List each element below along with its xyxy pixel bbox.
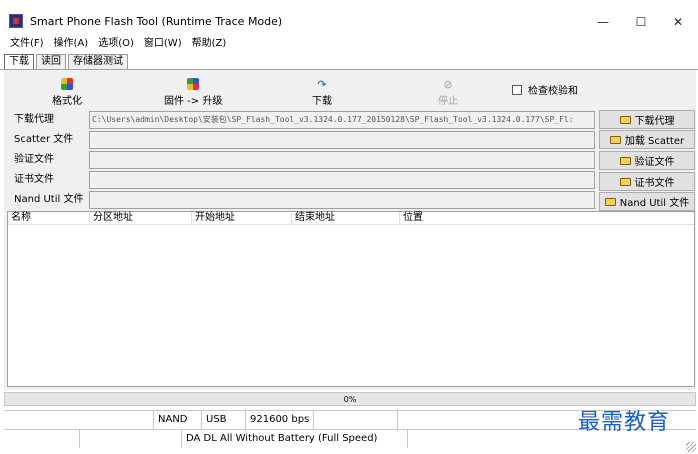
nand-util-file-label: Nand Util 文件 — [14, 194, 84, 205]
status-cell-empty — [314, 411, 398, 429]
download-agent-label: 下载代理 — [14, 114, 54, 125]
download-agent-button[interactable]: 下载代理 — [599, 110, 695, 129]
app-icon — [9, 14, 23, 28]
download-icon: ↷ — [317, 77, 327, 91]
close-button[interactable]: ✕ — [655, 10, 698, 34]
status-cell-empty — [80, 430, 182, 448]
column-header-region-address[interactable]: 分区地址 — [90, 212, 192, 224]
cert-file-label: 证书文件 — [14, 174, 54, 185]
menu-file[interactable]: 文件(F) — [0, 36, 49, 52]
format-label: 格式化 — [52, 96, 82, 107]
format-button[interactable]: 格式化 — [52, 78, 82, 107]
tab-memory-test[interactable]: 存储器测试 — [68, 54, 128, 70]
auth-file-button[interactable]: 验证文件 — [599, 151, 695, 170]
folder-icon — [619, 156, 631, 165]
menu-help[interactable]: 帮助(Z) — [187, 36, 232, 52]
firmware-upgrade-label: 固件 -> 升级 — [164, 96, 223, 107]
window-title: Smart Phone Flash Tool (Runtime Trace Mo… — [30, 15, 283, 28]
partition-table[interactable]: 名称 分区地址 开始地址 结束地址 位置 — [7, 211, 695, 387]
load-scatter-button-label: 加载 Scatter — [624, 136, 685, 147]
progress-label: 0% — [343, 394, 357, 404]
cert-file-button-label: 证书文件 — [634, 178, 675, 189]
column-header-end-address[interactable]: 结束地址 — [292, 212, 400, 224]
status-cell-empty — [4, 430, 80, 448]
column-header-begin-address[interactable]: 开始地址 — [192, 212, 292, 224]
auth-file-label: 验证文件 — [14, 154, 54, 165]
load-scatter-button[interactable]: 加载 Scatter — [599, 130, 695, 149]
download-label: 下载 — [312, 96, 332, 107]
resize-grip[interactable] — [686, 442, 696, 452]
nand-util-file-field[interactable] — [89, 191, 595, 209]
status-port: USB — [202, 411, 246, 429]
folder-icon — [619, 115, 631, 124]
auth-file-button-label: 验证文件 — [634, 157, 675, 168]
checkbox-box[interactable] — [512, 84, 522, 95]
tab-strip: 下载 读回 存储器测试 — [4, 54, 130, 70]
tab-readback[interactable]: 读回 — [36, 54, 66, 70]
menu-action[interactable]: 操作(A) — [49, 36, 94, 52]
title-bar: Smart Phone Flash Tool (Runtime Trace Mo… — [0, 0, 698, 34]
menu-window[interactable]: 窗口(W) — [139, 36, 187, 52]
column-header-location[interactable]: 位置 — [400, 212, 694, 224]
scatter-file-label: Scatter 文件 — [14, 134, 74, 145]
auth-file-field[interactable] — [89, 151, 595, 169]
watermark-text: 最需教育 — [578, 410, 671, 435]
menu-options[interactable]: 选项(O) — [93, 36, 139, 52]
column-header-name[interactable]: 名称 — [8, 212, 90, 224]
checksum-checkbox[interactable]: 检查校验和 — [512, 82, 578, 97]
checksum-label: 检查校验和 — [528, 86, 578, 97]
folder-icon — [604, 197, 616, 206]
firmware-upgrade-button[interactable]: 固件 -> 升级 — [164, 78, 222, 107]
stop-button[interactable]: ⊘ 停止 — [438, 77, 458, 108]
status-baud-rate: 921600 bps — [246, 411, 314, 429]
menu-bar: 文件(F) 操作(A) 选项(O) 窗口(W) 帮助(Z) — [0, 36, 231, 52]
folder-icon — [609, 135, 621, 144]
table-header: 名称 分区地址 开始地址 结束地址 位置 — [8, 212, 694, 225]
folder-icon — [619, 177, 631, 186]
status-cell-empty — [4, 411, 154, 429]
stop-icon: ⊘ — [443, 77, 453, 91]
nand-util-file-button-label: Nand Util 文件 — [619, 198, 690, 209]
download-agent-field[interactable]: C:\Users\admin\Desktop\安装包\SP_Flash_Tool… — [89, 111, 595, 129]
format-icon — [61, 78, 73, 90]
tab-download[interactable]: 下载 — [4, 54, 34, 70]
download-agent-button-label: 下载代理 — [634, 116, 675, 127]
stop-label: 停止 — [438, 96, 458, 107]
scatter-file-field[interactable] — [89, 131, 595, 149]
cert-file-field[interactable] — [89, 171, 595, 189]
status-storage: NAND — [154, 411, 202, 429]
firmware-icon — [187, 78, 200, 90]
cert-file-button[interactable]: 证书文件 — [599, 172, 695, 191]
status-da-mode: DA DL All Without Battery (Full Speed) — [182, 430, 408, 448]
nand-util-file-button[interactable]: Nand Util 文件 — [599, 192, 695, 211]
download-button[interactable]: ↷ 下载 — [312, 77, 332, 108]
